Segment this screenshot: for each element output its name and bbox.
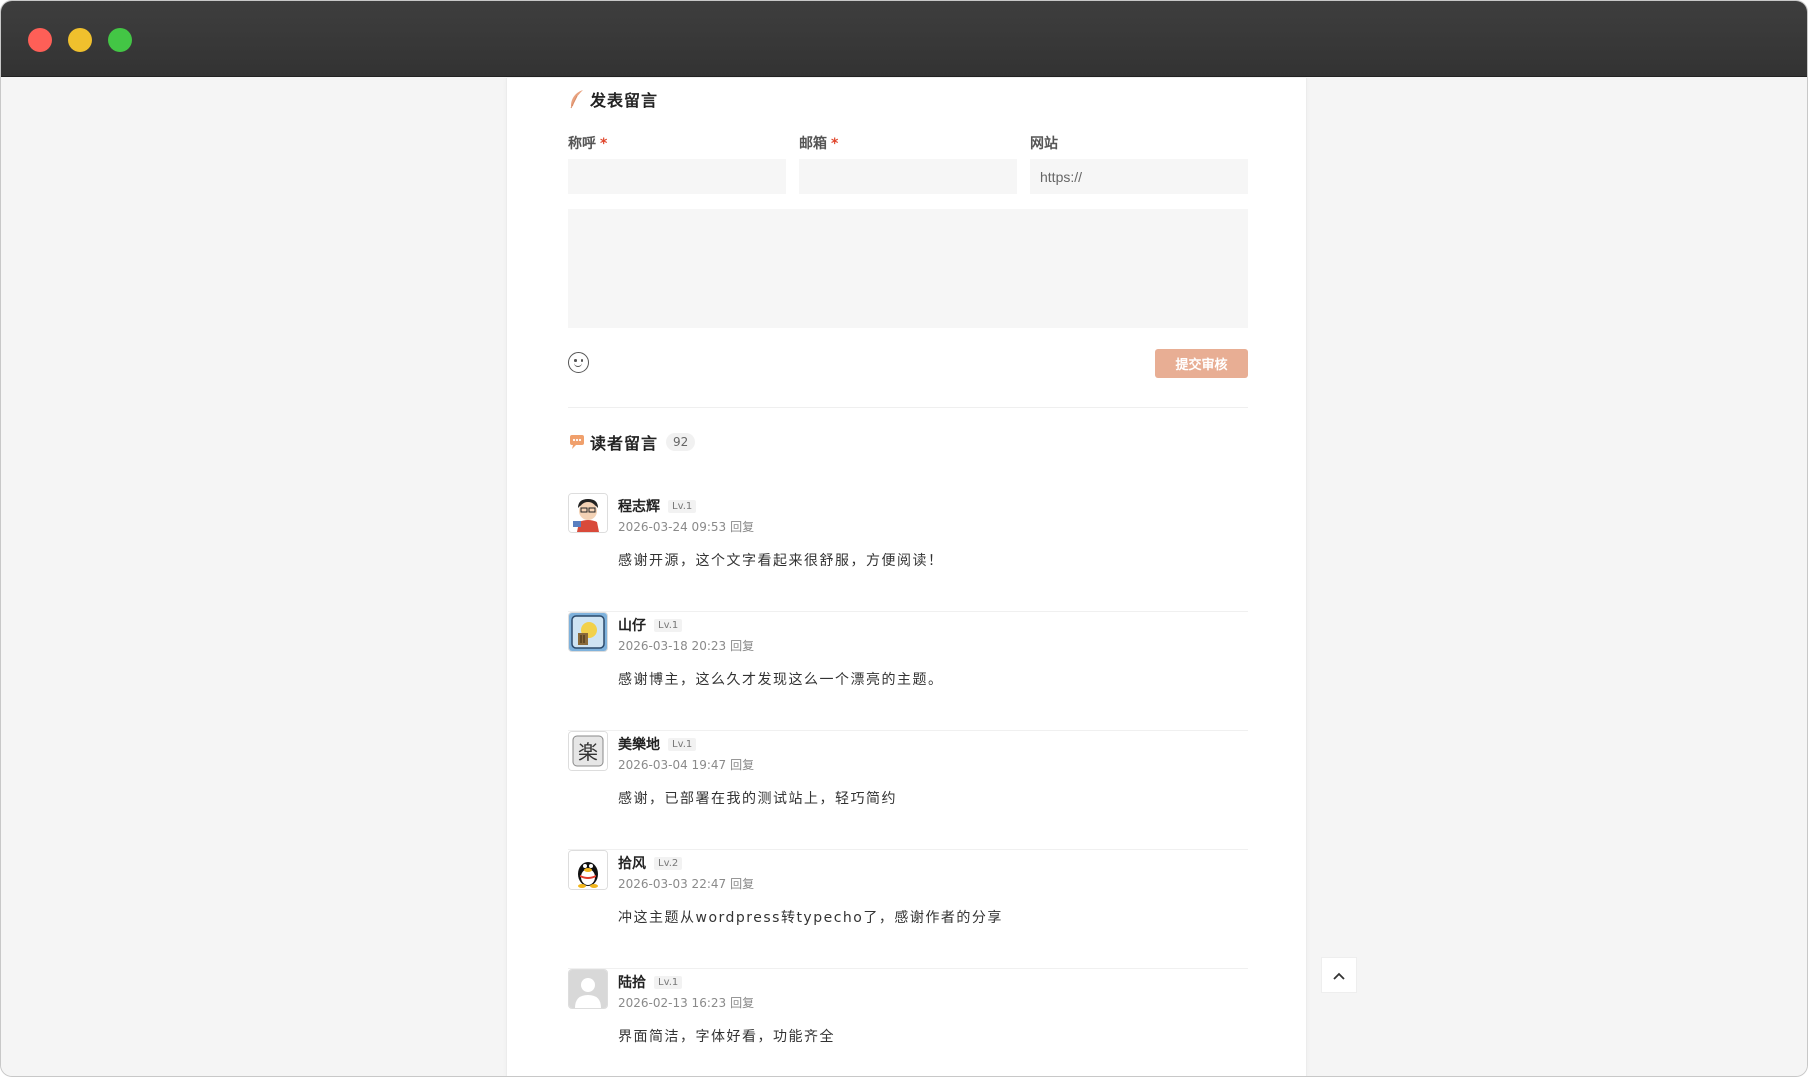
level-badge: Lv.1 xyxy=(668,737,697,751)
email-label: 邮箱 * xyxy=(799,136,839,152)
website-label: 网站 xyxy=(1030,136,1058,152)
minimize-window-button[interactable] xyxy=(68,28,92,52)
avatar[interactable] xyxy=(568,850,608,890)
comment-content: 界面简洁，字体好看，功能齐全 xyxy=(618,1029,835,1045)
feather-icon xyxy=(568,89,586,109)
post-comment-title: 发表留言 xyxy=(568,87,658,111)
level-badge: Lv.2 xyxy=(654,856,683,870)
avatar[interactable] xyxy=(568,612,608,652)
svg-text:楽: 楽 xyxy=(578,740,598,764)
comment-author[interactable]: 美樂地 Lv.1 xyxy=(618,734,697,754)
comment-content: 感谢，已部署在我的测试站上，轻巧简约 xyxy=(618,791,897,807)
comment-textarea[interactable] xyxy=(568,209,1248,328)
comment-card: 发表留言 称呼* 邮箱* 网站 提交审核 xyxy=(506,78,1307,1076)
title-bar xyxy=(1,1,1807,77)
comment-item: 拾风 Lv.2 2026-03-03 22:47 回复 冲这主题从wordpres… xyxy=(568,850,1248,969)
submit-button[interactable]: 提交审核 xyxy=(1155,349,1248,378)
comment-meta: 2026-03-24 09:53 回复 xyxy=(618,520,755,534)
chevron-up-icon xyxy=(1332,966,1346,985)
email-field[interactable] xyxy=(799,159,1017,194)
avatar[interactable]: 楽 xyxy=(568,731,608,771)
comment-meta: 2026-02-13 16:23 回复 xyxy=(618,996,755,1010)
comment-item: 楽 美樂地 Lv.1 2026-03-04 19:47 回复 感谢，已部署在我的测… xyxy=(568,731,1248,850)
section-divider xyxy=(568,407,1248,408)
reply-link[interactable]: 回复 xyxy=(730,639,754,653)
website-field[interactable] xyxy=(1030,159,1248,194)
level-badge: Lv.1 xyxy=(668,499,697,513)
avatar[interactable] xyxy=(568,493,608,533)
comment-author[interactable]: 陆拾 Lv.1 xyxy=(618,972,683,992)
browser-window: 发表留言 称呼* 邮箱* 网站 提交审核 xyxy=(0,0,1808,1077)
page-viewport: 发表留言 称呼* 邮箱* 网站 提交审核 xyxy=(1,78,1807,1076)
reply-link[interactable]: 回复 xyxy=(730,996,754,1010)
comment-author[interactable]: 山仔 Lv.1 xyxy=(618,615,683,635)
reply-link[interactable]: 回复 xyxy=(730,877,754,891)
comment-content: 感谢开源，这个文字看起来很舒服，方便阅读！ xyxy=(618,553,944,569)
comment-author[interactable]: 拾风 Lv.2 xyxy=(618,853,683,873)
comment-meta: 2026-03-04 19:47 回复 xyxy=(618,758,755,772)
reply-link[interactable]: 回复 xyxy=(730,758,754,772)
comment-count-badge: 92 xyxy=(666,433,696,451)
back-to-top-button[interactable] xyxy=(1321,957,1357,993)
emoji-icon[interactable] xyxy=(568,352,589,373)
level-badge: Lv.1 xyxy=(654,618,683,632)
comment-meta: 2026-03-03 22:47 回复 xyxy=(618,877,755,891)
reply-link[interactable]: 回复 xyxy=(730,520,754,534)
name-field[interactable] xyxy=(568,159,786,194)
comment-meta: 2026-03-18 20:23 回复 xyxy=(618,639,755,653)
reader-comments-title: 读者留言 92 xyxy=(568,430,696,454)
comment-item: 山仔 Lv.1 2026-03-18 20:23 回复 感谢博主，这么久才发现这么… xyxy=(568,612,1248,731)
chat-bubble-icon xyxy=(568,432,586,452)
comment-item: 陆拾 Lv.1 2026-02-13 16:23 回复 界面简洁，字体好看，功能齐… xyxy=(568,969,1248,1076)
maximize-window-button[interactable] xyxy=(108,28,132,52)
name-label: 称呼 * xyxy=(568,136,608,152)
avatar[interactable] xyxy=(568,969,608,1009)
close-window-button[interactable] xyxy=(28,28,52,52)
comment-content: 冲这主题从wordpress转typecho了，感谢作者的分享 xyxy=(618,910,1003,926)
comment-item: 程志辉 Lv.1 2026-03-24 09:53 回复 感谢开源，这个文字看起来… xyxy=(568,493,1248,612)
comment-author[interactable]: 程志辉 Lv.1 xyxy=(618,496,697,516)
comment-content: 感谢博主，这么久才发现这么一个漂亮的主题。 xyxy=(618,672,944,688)
level-badge: Lv.1 xyxy=(654,975,683,989)
